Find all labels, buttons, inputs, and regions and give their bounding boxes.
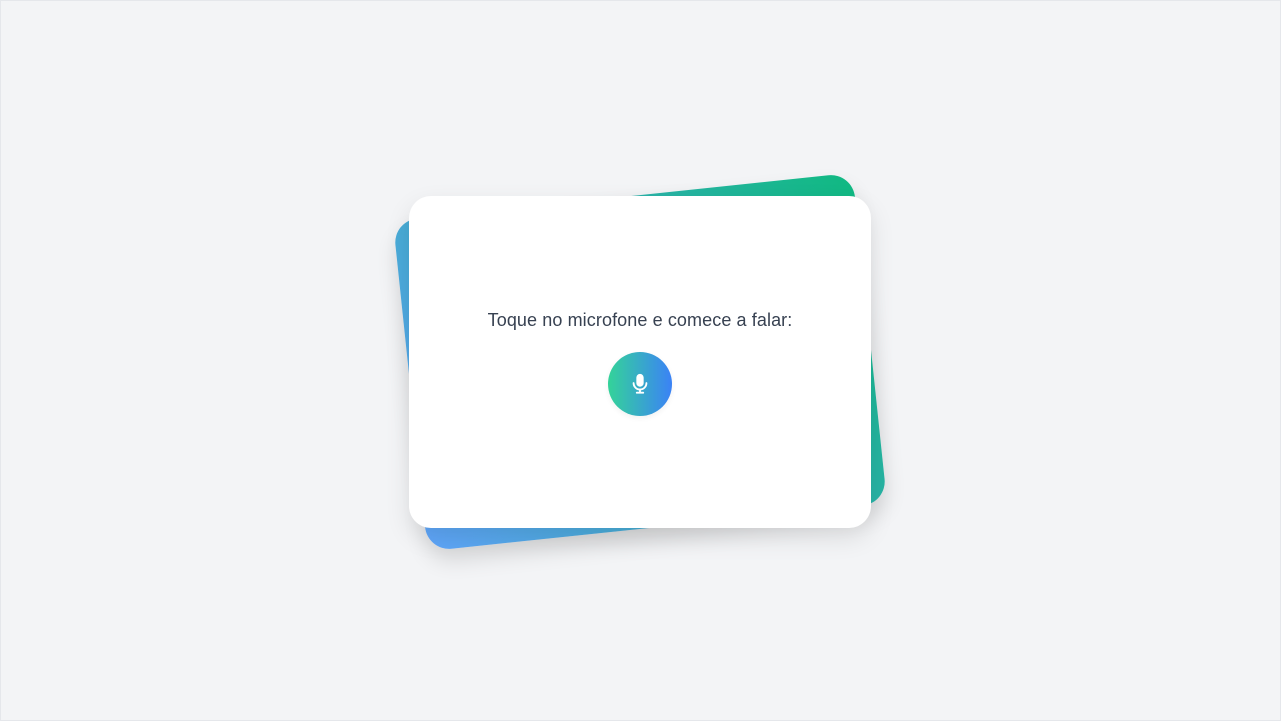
prompt-text: Toque no microfone e comece a falar: — [487, 310, 793, 330]
card-stack: Toque no microfone e comece a falar: — [392, 172, 888, 552]
microphone-button[interactable] — [608, 352, 672, 416]
microphone-icon — [632, 373, 648, 394]
page-viewport: Toque no microfone e comece a falar: — [0, 0, 1281, 721]
speech-card: Toque no microfone e comece a falar: — [409, 196, 871, 528]
